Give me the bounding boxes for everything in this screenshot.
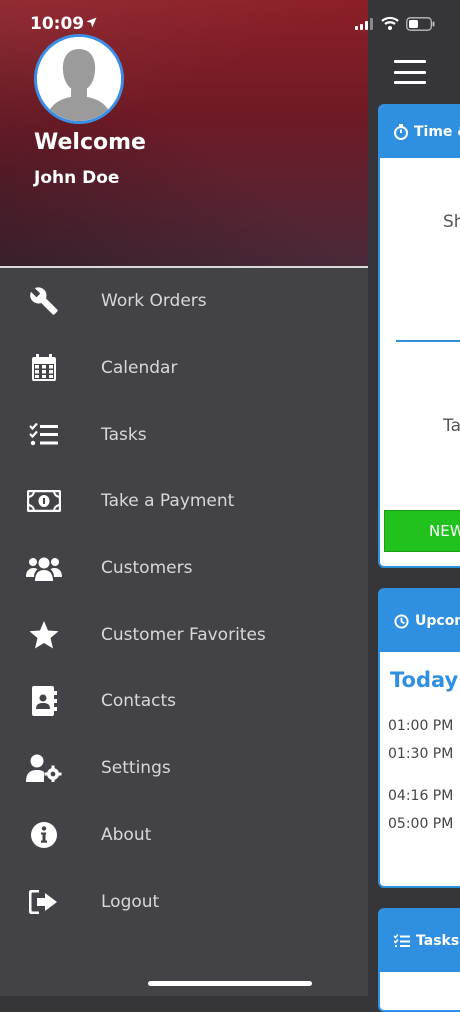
calendar-icon (26, 353, 62, 383)
tasks-card-header: Tasks (380, 910, 460, 972)
appointment-time[interactable]: 05:00 PM (388, 816, 453, 832)
tasks-card: Tasks (378, 908, 460, 1012)
hamburger-bar (394, 60, 426, 63)
menu-item-about[interactable]: About (0, 802, 368, 869)
time-card-header: Time & (380, 106, 460, 158)
hamburger-bar (394, 70, 426, 74)
menu-item-calendar[interactable]: Calendar (0, 335, 368, 402)
menu-item-customers[interactable]: Customers (0, 535, 368, 602)
new-button[interactable]: NEW (384, 510, 460, 552)
menu-toggle-button[interactable] (394, 60, 426, 84)
menu-item-customer-favorites[interactable]: Customer Favorites (0, 601, 368, 668)
task-list-icon (394, 934, 410, 947)
menu-item-label: Customer Favorites (101, 624, 266, 645)
drawer-menu: Work Orders Calendar Tasks Take a Paymen… (0, 268, 368, 935)
time-card-title: Time & (414, 124, 460, 140)
menu-item-label: About (101, 824, 152, 845)
welcome-text: Welcome (34, 130, 146, 155)
location-arrow-icon (86, 17, 97, 28)
divider (396, 340, 460, 342)
info-circle-icon (26, 820, 62, 850)
hamburger-bar (394, 81, 426, 84)
menu-item-label: Calendar (101, 358, 178, 379)
menu-item-label: Take a Payment (101, 491, 235, 512)
user-name: John Doe (34, 168, 120, 188)
cellular-signal-icon (355, 18, 373, 30)
appointment-time[interactable]: 04:16 PM (388, 788, 453, 804)
menu-item-contacts[interactable]: Contacts (0, 668, 368, 735)
sign-out-icon (26, 887, 62, 917)
menu-item-label: Customers (101, 558, 193, 579)
menu-item-logout[interactable]: Logout (0, 868, 368, 935)
user-cog-icon (26, 753, 62, 783)
star-icon (26, 620, 62, 650)
upcoming-card: Upcom Today's 01:00 PM 01:30 PM 04:16 PM… (378, 588, 460, 888)
stopwatch-icon (394, 124, 408, 140)
appointment-time[interactable]: 01:30 PM (388, 746, 453, 762)
tasks-card-title: Tasks (416, 933, 460, 949)
appointment-time[interactable]: 01:00 PM (388, 718, 453, 734)
task-list-icon (26, 420, 62, 450)
wrench-icon (26, 286, 62, 316)
menu-item-label: Contacts (101, 691, 176, 712)
time-card: Time & Sh Ta NEW (378, 104, 460, 568)
users-icon (26, 553, 62, 583)
wifi-icon (381, 16, 399, 30)
menu-item-label: Work Orders (101, 291, 207, 312)
menu-item-label: Tasks (101, 424, 147, 445)
time-card-text-1: Sh (443, 212, 460, 232)
upcoming-card-title: Upcom (415, 613, 460, 629)
money-bill-icon (26, 486, 62, 516)
status-time: 10:09 (30, 14, 85, 34)
battery-icon (406, 17, 435, 31)
upcoming-card-header: Upcom (380, 590, 460, 652)
time-card-text-2: Ta (443, 416, 460, 436)
menu-item-settings[interactable]: Settings (0, 735, 368, 802)
new-button-label: NEW (429, 522, 460, 540)
address-book-icon (26, 686, 62, 717)
menu-item-label: Logout (101, 891, 160, 912)
clock-icon (394, 613, 409, 629)
navigation-drawer: Welcome John Doe Work Orders Calendar Ta… (0, 0, 368, 996)
today-heading: Today's (390, 668, 460, 692)
menu-item-work-orders[interactable]: Work Orders (0, 268, 368, 335)
home-indicator[interactable] (148, 981, 312, 986)
menu-item-take-a-payment[interactable]: Take a Payment (0, 468, 368, 535)
main-content: Time & Sh Ta NEW Upcom Today's 01:00 PM … (368, 0, 460, 1012)
status-bar: 10:09 (0, 0, 460, 50)
menu-item-label: Settings (101, 758, 171, 779)
menu-item-tasks[interactable]: Tasks (0, 401, 368, 468)
